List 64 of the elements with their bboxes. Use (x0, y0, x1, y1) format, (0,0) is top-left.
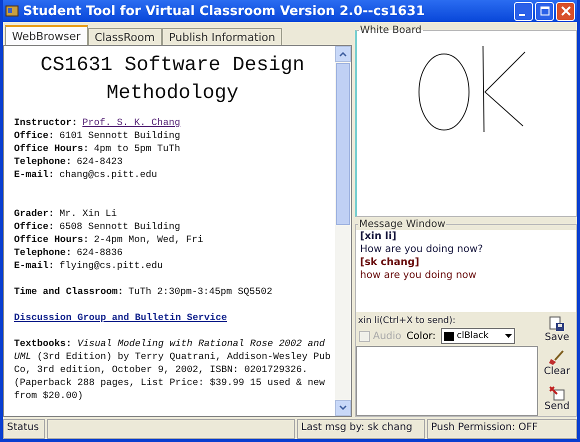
floppy-disk-icon (548, 316, 566, 332)
message-sender: [xin li] (360, 230, 398, 243)
input-label: xin li(Ctrl+X to send): (357, 316, 457, 326)
status-pane: Last msg by: sk chang (297, 419, 425, 439)
field-label: E-mail: (14, 169, 54, 180)
chevron-up-icon (339, 51, 347, 57)
field-label: Telephone: (14, 156, 72, 167)
message-text: How are you doing now? (360, 243, 484, 256)
caret-icon (505, 334, 512, 338)
panel-title: White Board (359, 25, 423, 36)
maximize-button[interactable] (535, 2, 554, 20)
field-label: E-mail: (14, 260, 54, 271)
app-icon (5, 4, 19, 18)
message-text: how are you doing now (360, 269, 478, 282)
checkbox-label: Audio (373, 330, 402, 342)
chevron-down-icon (339, 405, 347, 411)
tab[interactable]: ClassRoom (88, 28, 162, 45)
minimize-icon (519, 14, 525, 16)
field-label: Office: (14, 221, 54, 232)
field-value: chang@cs.pitt.edu (59, 169, 158, 180)
textbooks-paragraph: Textbooks: Visual Modeling with Rational Rose 2002 and UML (3rd Edition) by Terry Quatrani, Addison-Wesley Pub Co, 3rd edition, October 9, 2002, ISBN: 0201729326. (Paperback 288 pages, List Price: $39.99 15 used & new from $20.00) (14, 337, 331, 402)
scroll-down-button[interactable] (335, 400, 351, 416)
send-button[interactable]: Send (544, 385, 570, 412)
tab[interactable]: WebBrowser (5, 25, 88, 45)
panel-title: Message Window (358, 219, 446, 230)
whiteboard-panel[interactable]: White Board (355, 25, 577, 217)
color-dropdown[interactable]: clBlack (440, 328, 515, 344)
instructor-link[interactable]: Prof. S. K. Chang (82, 117, 180, 128)
field-label: Instructor: (14, 117, 78, 128)
brush-icon (548, 350, 566, 366)
window-title: Student Tool for Virtual Classroom Version 2.0--cs1631 (23, 4, 426, 18)
field-label: Telephone: (14, 247, 72, 258)
field-value: 6101 Sennott Building (59, 130, 180, 141)
field-label: Grader: (14, 208, 54, 219)
scroll-thumb[interactable] (336, 63, 350, 225)
save-button[interactable]: Save (544, 316, 570, 343)
field-value: Mr. Xin Li (59, 208, 117, 219)
minimize-button[interactable] (514, 2, 533, 20)
field-value: TuTh 2:30pm-3:45pm SQ5502 (128, 286, 272, 297)
discussion-link[interactable]: Discussion Group and Bulletin Service (14, 312, 228, 323)
page-heading: CS1631 Software Design Methodology (39, 53, 306, 107)
field-label: Office Hours: (14, 234, 89, 245)
field-label: Office: (14, 130, 54, 141)
field-value: 4pm to 5pm TuTh (94, 143, 180, 154)
clear-button[interactable]: Clear (544, 350, 570, 378)
field-label: Time and Classroom: (14, 286, 124, 297)
close-icon (560, 6, 570, 16)
close-button[interactable] (556, 2, 575, 20)
field-value: flying@cs.pitt.edu (59, 260, 163, 271)
field-value: 6508 Sennott Building (59, 221, 180, 232)
message-sender: [sk chang] (360, 256, 420, 269)
tab[interactable]: Publish Information (162, 28, 282, 45)
field-value: 2-4pm Mon, Wed, Fri (94, 234, 204, 245)
status-pane: Push Permission: OFF (427, 419, 577, 439)
scroll-up-button[interactable] (335, 46, 351, 62)
maximize-icon (540, 6, 550, 16)
scrollbar[interactable] (335, 46, 351, 416)
color-label: Color: (406, 330, 436, 342)
field-value: 624-8836 (76, 247, 123, 258)
status-pane: Status (3, 419, 45, 439)
field-value: 624-8423 (76, 156, 123, 167)
document-icon (548, 385, 566, 402)
message-input[interactable] (356, 346, 538, 416)
field-label: Office Hours: (14, 143, 89, 154)
